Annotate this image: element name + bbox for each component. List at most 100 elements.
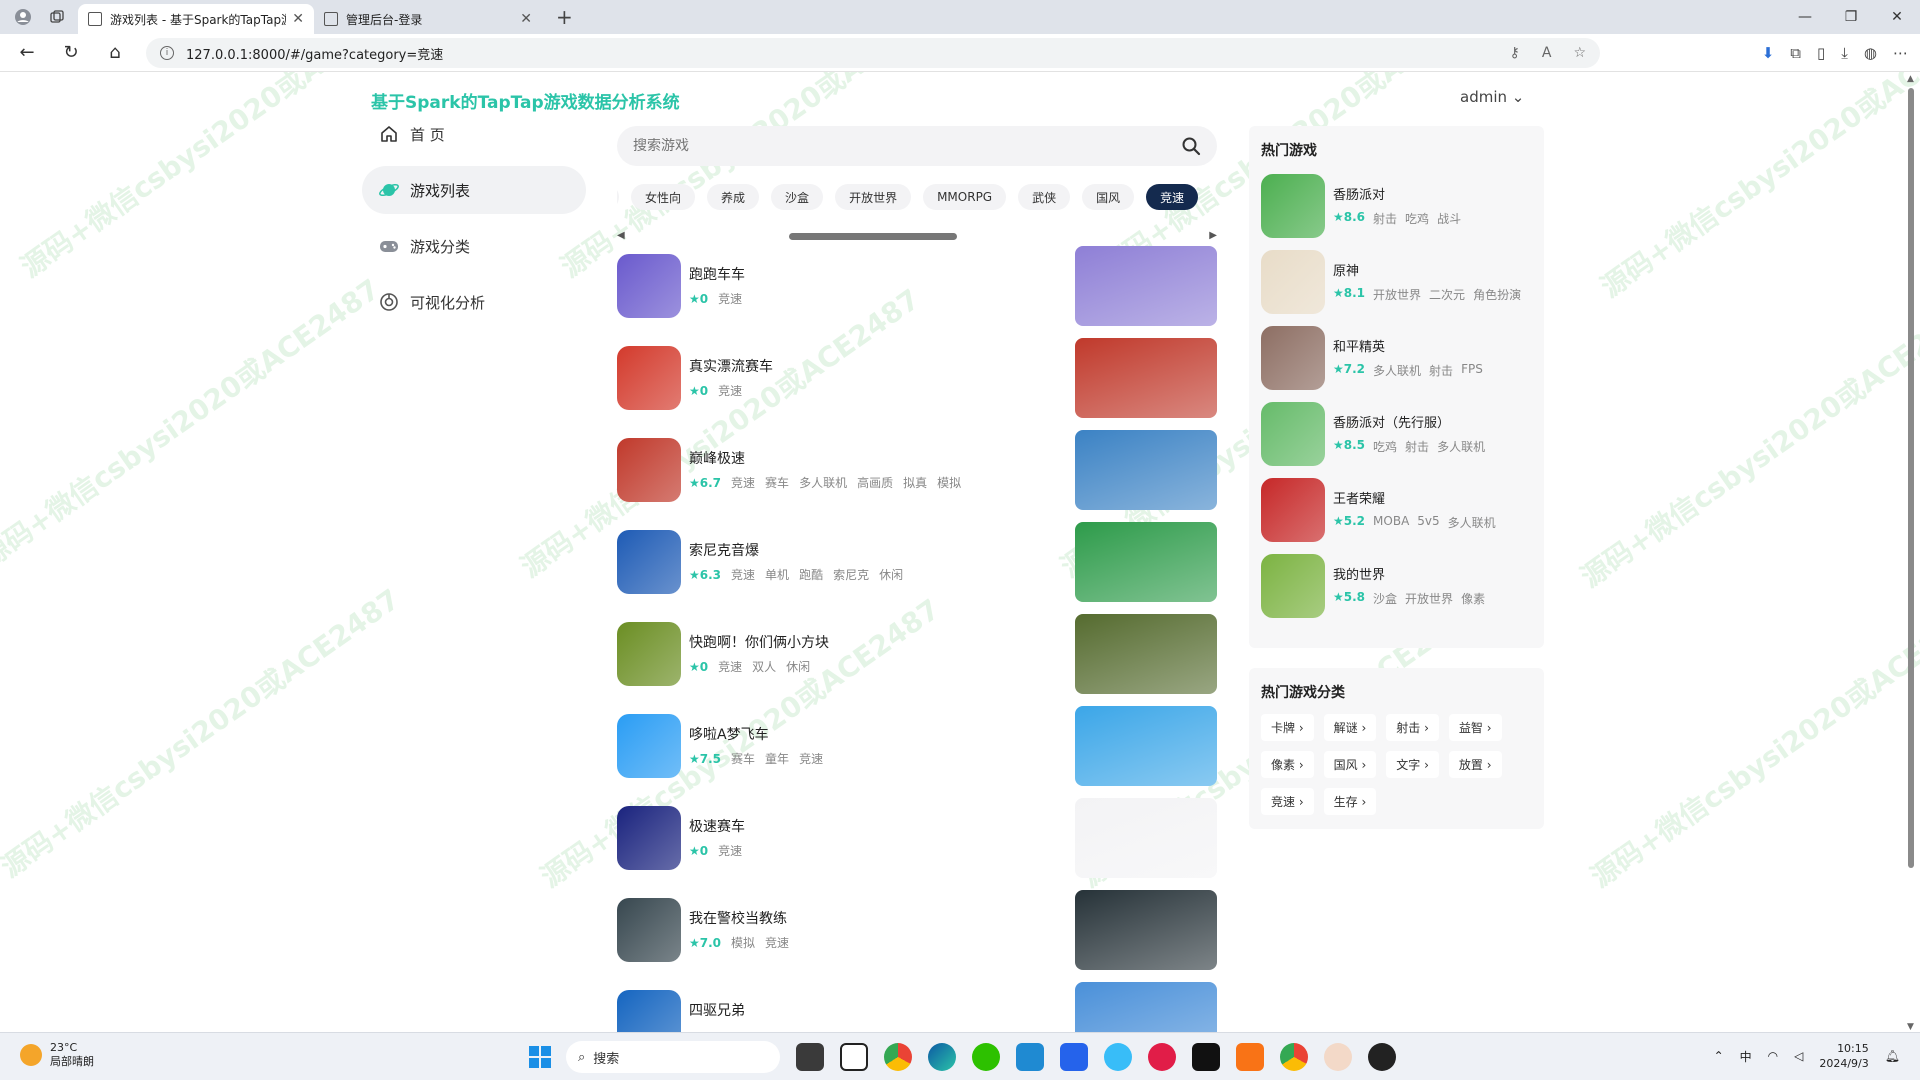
game-screenshot[interactable] — [1075, 890, 1217, 970]
game-row[interactable]: 快跑啊！你们俩小方块 ★0 竞速 双人 休闲 — [617, 614, 1217, 706]
game-row[interactable]: 极速赛车 ★0 竞速 — [617, 798, 1217, 890]
sidebar-item-home[interactable]: 首 页 — [362, 110, 586, 158]
close-icon[interactable]: ✕ — [520, 11, 532, 27]
jetbrains-icon[interactable] — [1192, 1043, 1220, 1071]
game-icon[interactable] — [617, 346, 681, 410]
read-aloud-icon[interactable]: A — [1542, 45, 1552, 61]
window-close-icon[interactable]: ✕ — [1874, 0, 1920, 34]
sidebar-item-game-list[interactable]: 游戏列表 — [362, 166, 586, 214]
scroll-left-icon[interactable]: ◀ — [617, 230, 625, 241]
wifi-icon[interactable]: ◠ — [1768, 1049, 1778, 1063]
game-row[interactable]: 真实漂流赛车 ★0 竞速 — [617, 338, 1217, 430]
tray-expand-icon[interactable]: ⌃ — [1714, 1049, 1724, 1063]
game-icon[interactable] — [617, 714, 681, 778]
scroll-up-icon[interactable]: ▲ — [1907, 74, 1914, 84]
category-chip[interactable]: 开放世界 — [835, 184, 912, 210]
download-icon[interactable]: ⤓ — [1841, 44, 1848, 62]
game-row[interactable]: 四驱兄弟 — [617, 982, 1217, 1032]
category-scrollbar[interactable]: ◀ ▶ — [617, 230, 1217, 242]
url-bar[interactable]: i 127.0.0.1:8000/#/game?category=竞速 ⚷ A … — [146, 38, 1600, 68]
extension-icon[interactable]: ⬇ — [1762, 44, 1775, 62]
puzzle-icon[interactable]: ⧉ — [1790, 44, 1801, 62]
shield-icon[interactable]: ◍ — [1864, 44, 1877, 62]
app-icon[interactable] — [1368, 1043, 1396, 1071]
app-icon[interactable] — [1104, 1043, 1132, 1071]
close-icon[interactable]: ✕ — [292, 11, 304, 27]
start-icon[interactable] — [528, 1045, 552, 1069]
search-input[interactable] — [633, 138, 1153, 154]
scroll-thumb[interactable] — [789, 233, 957, 240]
hot-game-icon[interactable] — [1261, 326, 1325, 390]
game-name[interactable]: 快跑啊！你们俩小方块 — [689, 632, 829, 652]
hot-category-tag[interactable]: 国风 › — [1323, 751, 1377, 778]
game-name[interactable]: 索尼克音爆 — [689, 540, 759, 560]
scroll-down-icon[interactable]: ▼ — [1907, 1022, 1914, 1032]
more-icon[interactable]: ⋯ — [1893, 44, 1908, 62]
tab-admin-login[interactable]: 管理后台-登录 ✕ — [314, 4, 542, 34]
game-row[interactable]: 我在警校当教练 ★7.0 模拟 竞速 — [617, 890, 1217, 982]
ime-indicator[interactable]: 中 — [1740, 1048, 1752, 1065]
home-icon[interactable]: ⌂ — [98, 38, 132, 68]
game-row[interactable]: 跑跑车车 ★0 竞速 — [617, 246, 1217, 338]
hot-game-name[interactable]: 香肠派对（先行服） — [1333, 412, 1450, 431]
tab-actions-icon[interactable] — [46, 6, 68, 28]
scroll-right-icon[interactable]: ▶ — [1209, 230, 1217, 241]
game-screenshot[interactable] — [1075, 430, 1217, 510]
game-screenshot[interactable] — [1075, 246, 1217, 326]
game-icon[interactable] — [617, 990, 681, 1032]
game-screenshot[interactable] — [1075, 706, 1217, 786]
favorite-icon[interactable]: ☆ — [1573, 45, 1586, 61]
category-chip[interactable]: 沙盒 — [771, 184, 824, 210]
notification-icon[interactable]: 🔔︎ — [1885, 1049, 1900, 1063]
game-screenshot[interactable] — [1075, 982, 1217, 1032]
hot-game-item[interactable]: 香肠派对（先行服） ★8.5 吃鸡 射击 多人联机 — [1249, 396, 1544, 472]
profile-icon[interactable] — [12, 6, 34, 28]
game-name[interactable]: 真实漂流赛车 — [689, 356, 773, 376]
hot-game-icon[interactable] — [1261, 478, 1325, 542]
category-chip[interactable]: 卡牌 — [617, 184, 620, 210]
game-icon[interactable] — [617, 898, 681, 962]
category-chip[interactable]: 国风 — [1082, 184, 1135, 210]
reload-icon[interactable]: ↻ — [54, 38, 88, 68]
sidebar-item-analysis[interactable]: 可视化分析 — [362, 278, 586, 326]
game-screenshot[interactable] — [1075, 522, 1217, 602]
game-screenshot[interactable] — [1075, 798, 1217, 878]
page-scrollbar[interactable]: ▲ ▼ — [1906, 74, 1916, 1034]
game-icon[interactable] — [617, 254, 681, 318]
hot-game-name[interactable]: 我的世界 — [1333, 564, 1385, 583]
user-menu[interactable]: admin ⌄ — [1460, 88, 1524, 106]
game-row[interactable]: 哆啦A梦飞车 ★7.5 赛车 童年 竞速 — [617, 706, 1217, 798]
category-chip-active[interactable]: 竞速 — [1146, 184, 1199, 210]
game-row[interactable]: 索尼克音爆 ★6.3 竞速 单机 跑酷 索尼克 休闲 — [617, 522, 1217, 614]
hot-game-icon[interactable] — [1261, 402, 1325, 466]
hot-game-item[interactable]: 原神 ★8.1 开放世界 二次元 角色扮演 — [1249, 244, 1544, 320]
scroll-thumb[interactable] — [1908, 88, 1914, 868]
game-icon[interactable] — [617, 622, 681, 686]
chrome-icon[interactable] — [1280, 1043, 1308, 1071]
category-chip[interactable]: MMORPG — [923, 184, 1007, 210]
hot-game-item[interactable]: 我的世界 ★5.8 沙盒 开放世界 像素 — [1249, 548, 1544, 624]
site-info-icon[interactable]: i — [160, 46, 174, 60]
hot-category-tag[interactable]: 文字 › — [1386, 751, 1439, 778]
game-name[interactable]: 哆啦A梦飞车 — [689, 724, 769, 744]
game-row[interactable]: 巅峰极速 ★6.7 竞速 赛车 多人联机 高画质 拟真 模拟 — [617, 430, 1217, 522]
app-icon[interactable] — [1236, 1043, 1264, 1071]
game-name[interactable]: 四驱兄弟 — [689, 1000, 745, 1020]
category-chip[interactable]: 女性向 — [631, 184, 696, 210]
back-icon[interactable]: ← — [10, 38, 44, 68]
split-screen-icon[interactable]: ▯ — [1817, 44, 1825, 62]
search-icon[interactable] — [1181, 136, 1201, 156]
hot-game-icon[interactable] — [1261, 174, 1325, 238]
game-icon[interactable] — [617, 438, 681, 502]
hot-game-icon[interactable] — [1261, 554, 1325, 618]
app-icon[interactable] — [1148, 1043, 1176, 1071]
weather-widget[interactable]: 23°C 局部晴朗 — [20, 1041, 94, 1069]
chrome-icon[interactable] — [884, 1043, 912, 1071]
clock[interactable]: 10:15 2024/9/3 — [1819, 1041, 1868, 1071]
restore-icon[interactable]: ❐ — [1828, 0, 1874, 34]
hot-game-name[interactable]: 和平精英 — [1333, 336, 1385, 355]
volume-icon[interactable]: ◁ — [1794, 1049, 1803, 1063]
game-name[interactable]: 巅峰极速 — [689, 448, 745, 468]
key-icon[interactable]: ⚷ — [1510, 45, 1520, 61]
tab-game-list[interactable]: 游戏列表 - 基于Spark的TapTap游 ✕ — [78, 4, 314, 34]
